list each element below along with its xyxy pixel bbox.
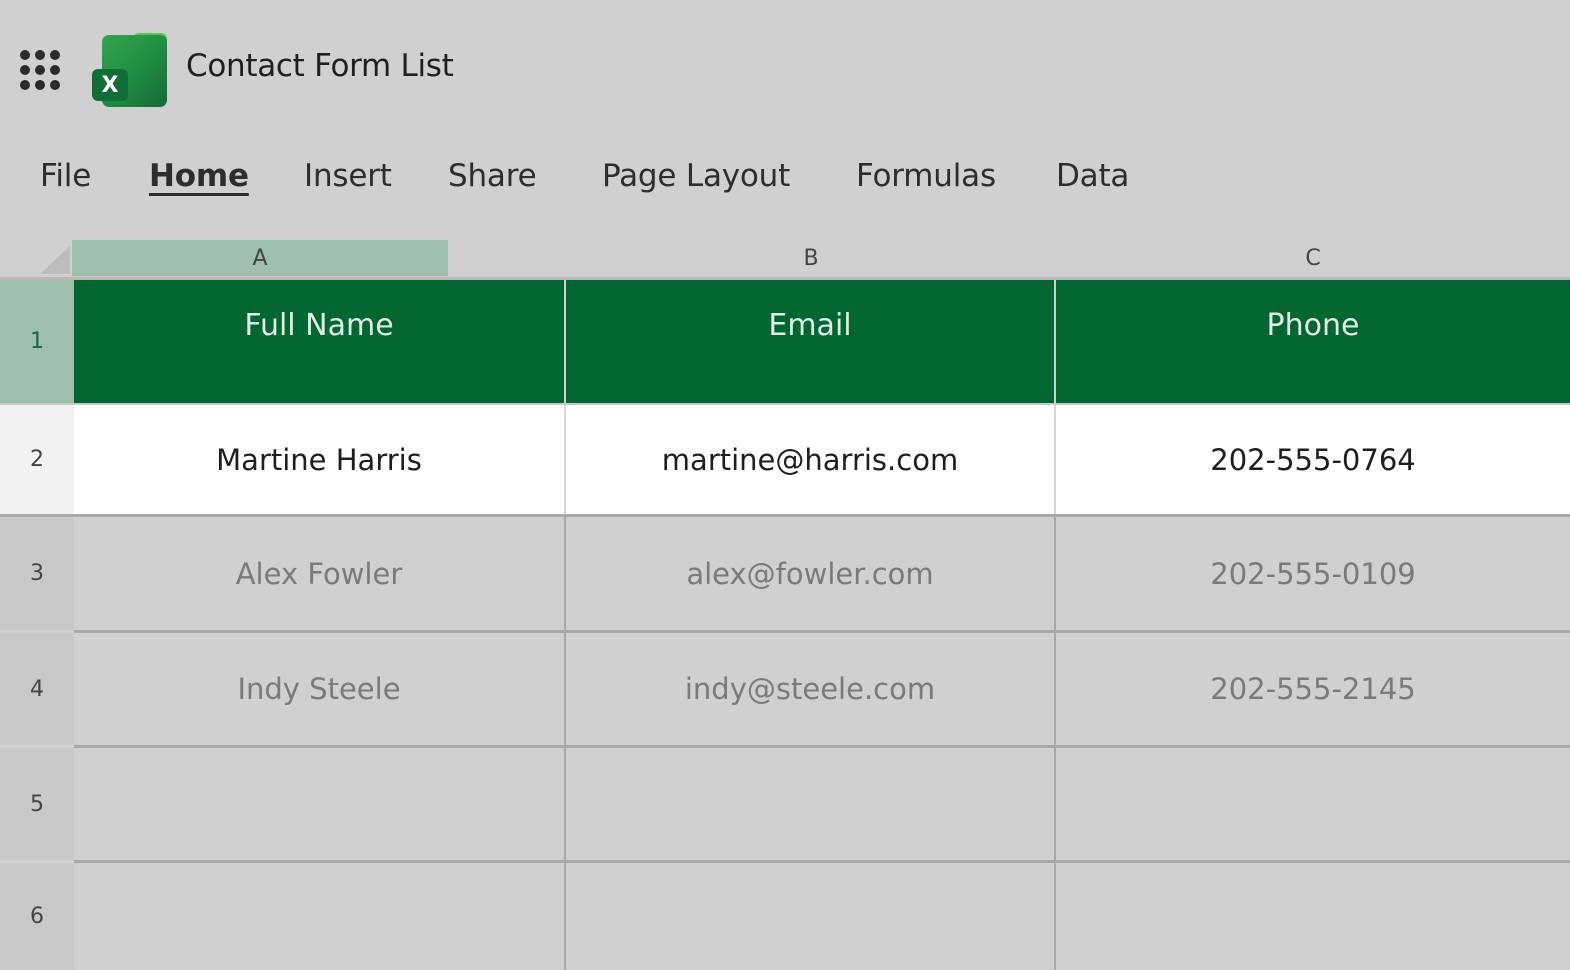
cell-b3[interactable]: alex@fowler.com bbox=[566, 517, 1054, 630]
ribbon-tabs: File Home Insert Share Page Layout Formu… bbox=[0, 150, 1570, 210]
tab-formulas[interactable]: Formulas bbox=[856, 158, 996, 194]
row-header-1[interactable]: 1 bbox=[0, 280, 74, 403]
cell-b6[interactable] bbox=[566, 863, 1054, 970]
tab-data[interactable]: Data bbox=[1056, 158, 1129, 194]
cell-a5[interactable] bbox=[74, 748, 564, 860]
cell-c5[interactable] bbox=[1056, 748, 1570, 860]
tab-file[interactable]: File bbox=[40, 158, 91, 194]
app-header: X Contact Form List bbox=[0, 0, 1570, 140]
cell-c6[interactable] bbox=[1056, 863, 1570, 970]
column-header-a[interactable]: A bbox=[72, 240, 448, 276]
cell-c4[interactable]: 202-555-2145 bbox=[1056, 633, 1570, 745]
row-header-4[interactable]: 4 bbox=[0, 633, 74, 745]
column-header-c[interactable]: C bbox=[1056, 240, 1570, 276]
logo-letter: X bbox=[92, 69, 128, 101]
cell-a4[interactable]: Indy Steele bbox=[74, 633, 564, 745]
tab-share[interactable]: Share bbox=[448, 158, 537, 194]
header-cell-email[interactable]: Email bbox=[566, 280, 1054, 403]
row-header-6[interactable]: 6 bbox=[0, 863, 74, 970]
table-row: 5 bbox=[0, 748, 1570, 860]
cell-c2[interactable]: 202-555-0764 bbox=[1056, 405, 1570, 514]
table-row: 1 Full Name Email Phone bbox=[0, 280, 1570, 403]
document-title[interactable]: Contact Form List bbox=[186, 48, 454, 84]
header-cell-full-name[interactable]: Full Name bbox=[74, 280, 564, 403]
cell-a6[interactable] bbox=[74, 863, 564, 970]
excel-logo-icon: X bbox=[92, 33, 168, 107]
tab-insert[interactable]: Insert bbox=[304, 158, 392, 194]
cell-a3[interactable]: Alex Fowler bbox=[74, 517, 564, 630]
spreadsheet-grid: 1 Full Name Email Phone 2 Martine Harris… bbox=[0, 280, 1570, 970]
tab-home[interactable]: Home bbox=[149, 158, 249, 194]
row-header-5[interactable]: 5 bbox=[0, 748, 74, 860]
cell-a2[interactable]: Martine Harris bbox=[74, 405, 564, 514]
table-row: 2 Martine Harris martine@harris.com 202-… bbox=[0, 405, 1570, 514]
header-cell-phone[interactable]: Phone bbox=[1056, 280, 1570, 403]
table-row: 3 Alex Fowler alex@fowler.com 202-555-01… bbox=[0, 517, 1570, 630]
row-header-3[interactable]: 3 bbox=[0, 517, 74, 630]
app-launcher-icon[interactable] bbox=[20, 50, 62, 92]
cell-b5[interactable] bbox=[566, 748, 1054, 860]
select-all-corner[interactable] bbox=[40, 246, 70, 274]
cell-c3[interactable]: 202-555-0109 bbox=[1056, 517, 1570, 630]
cell-b4[interactable]: indy@steele.com bbox=[566, 633, 1054, 745]
column-header-b[interactable]: B bbox=[566, 240, 1056, 276]
row-header-2[interactable]: 2 bbox=[0, 405, 74, 514]
tab-page-layout[interactable]: Page Layout bbox=[602, 158, 790, 194]
table-row: 4 Indy Steele indy@steele.com 202-555-21… bbox=[0, 633, 1570, 745]
cell-b2[interactable]: martine@harris.com bbox=[566, 405, 1054, 514]
table-row: 6 bbox=[0, 863, 1570, 970]
